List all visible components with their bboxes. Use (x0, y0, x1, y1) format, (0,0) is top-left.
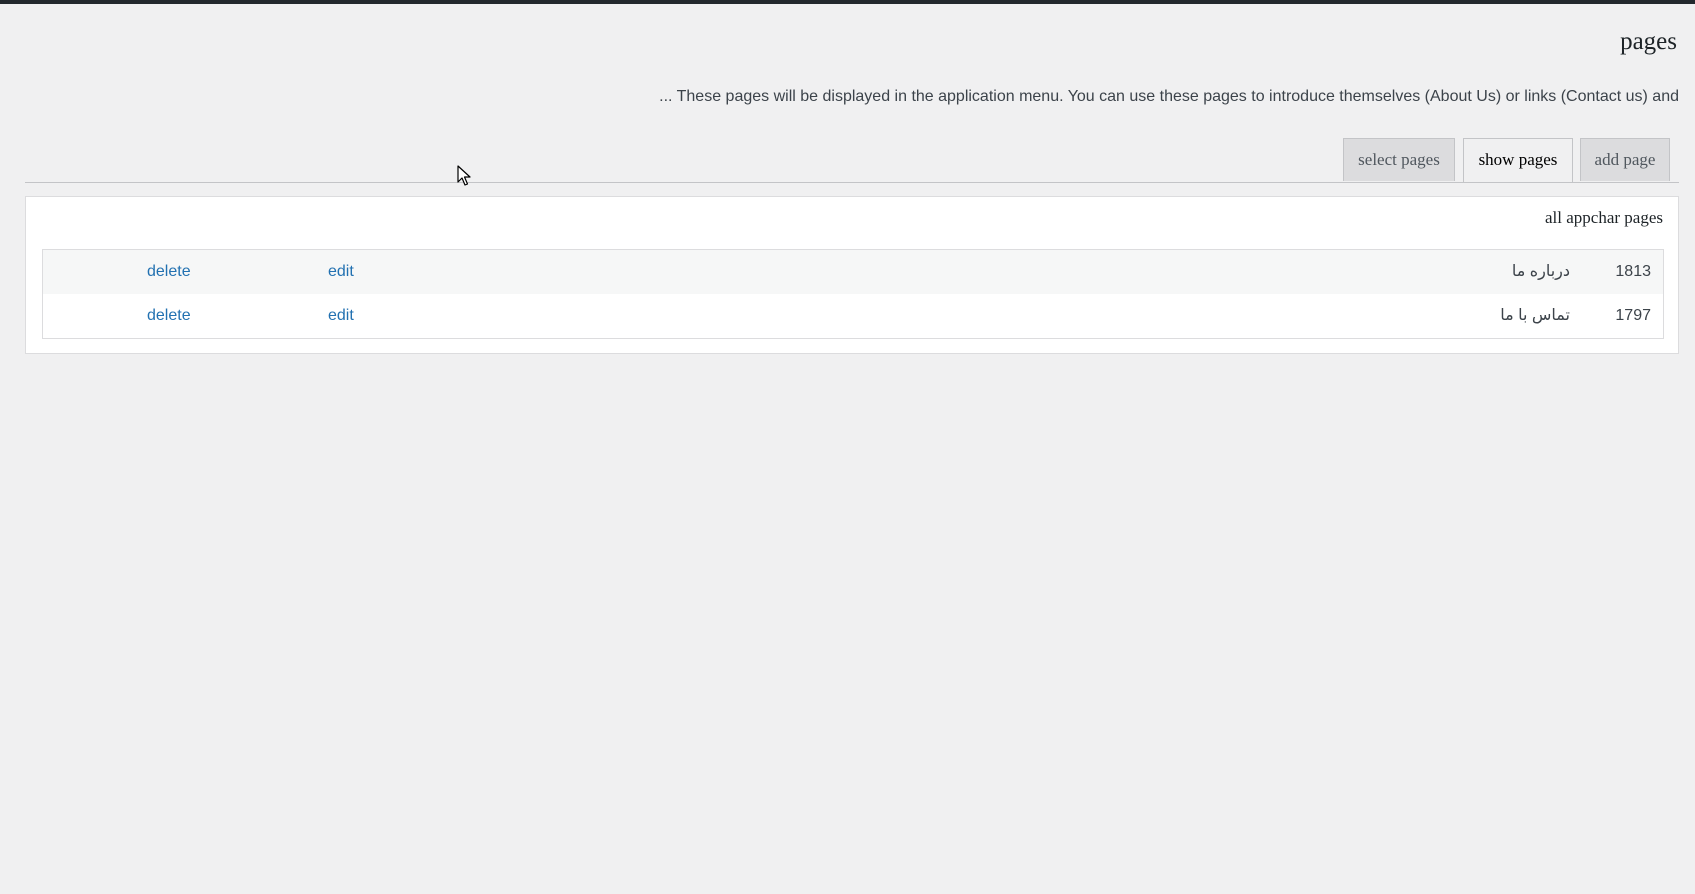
delete-link[interactable]: delete (147, 294, 191, 338)
tab-add-page[interactable]: add page (1580, 138, 1670, 181)
delete-link[interactable]: delete (147, 250, 191, 294)
admin-top-bar (0, 0, 1695, 4)
table-row: 1797 تماس با ما edit delete (43, 294, 1663, 338)
page-title-cell: درباره ما (1511, 263, 1570, 280)
pages-table: 1813 درباره ما edit delete 1797 تماس با … (42, 249, 1664, 339)
edit-link[interactable]: edit (328, 250, 354, 294)
table-row: 1813 درباره ما edit delete (43, 250, 1663, 294)
page-id: 1813 (1615, 263, 1651, 280)
tab-select-pages[interactable]: select pages (1343, 138, 1455, 181)
pages-panel: all appchar pages 1813 درباره ما edit de… (25, 196, 1679, 354)
tab-show-pages[interactable]: show pages (1463, 138, 1573, 182)
page-id: 1797 (1615, 307, 1651, 324)
tab-bar: add page show pages select pages (25, 138, 1679, 183)
page-title-cell: تماس با ما (1500, 307, 1570, 324)
edit-link[interactable]: edit (328, 294, 354, 338)
page-description: ... These pages will be displayed in the… (659, 88, 1679, 105)
page-title: pages (1620, 28, 1677, 55)
mouse-pointer-icon (457, 165, 471, 186)
panel-title: all appchar pages (1545, 208, 1663, 227)
